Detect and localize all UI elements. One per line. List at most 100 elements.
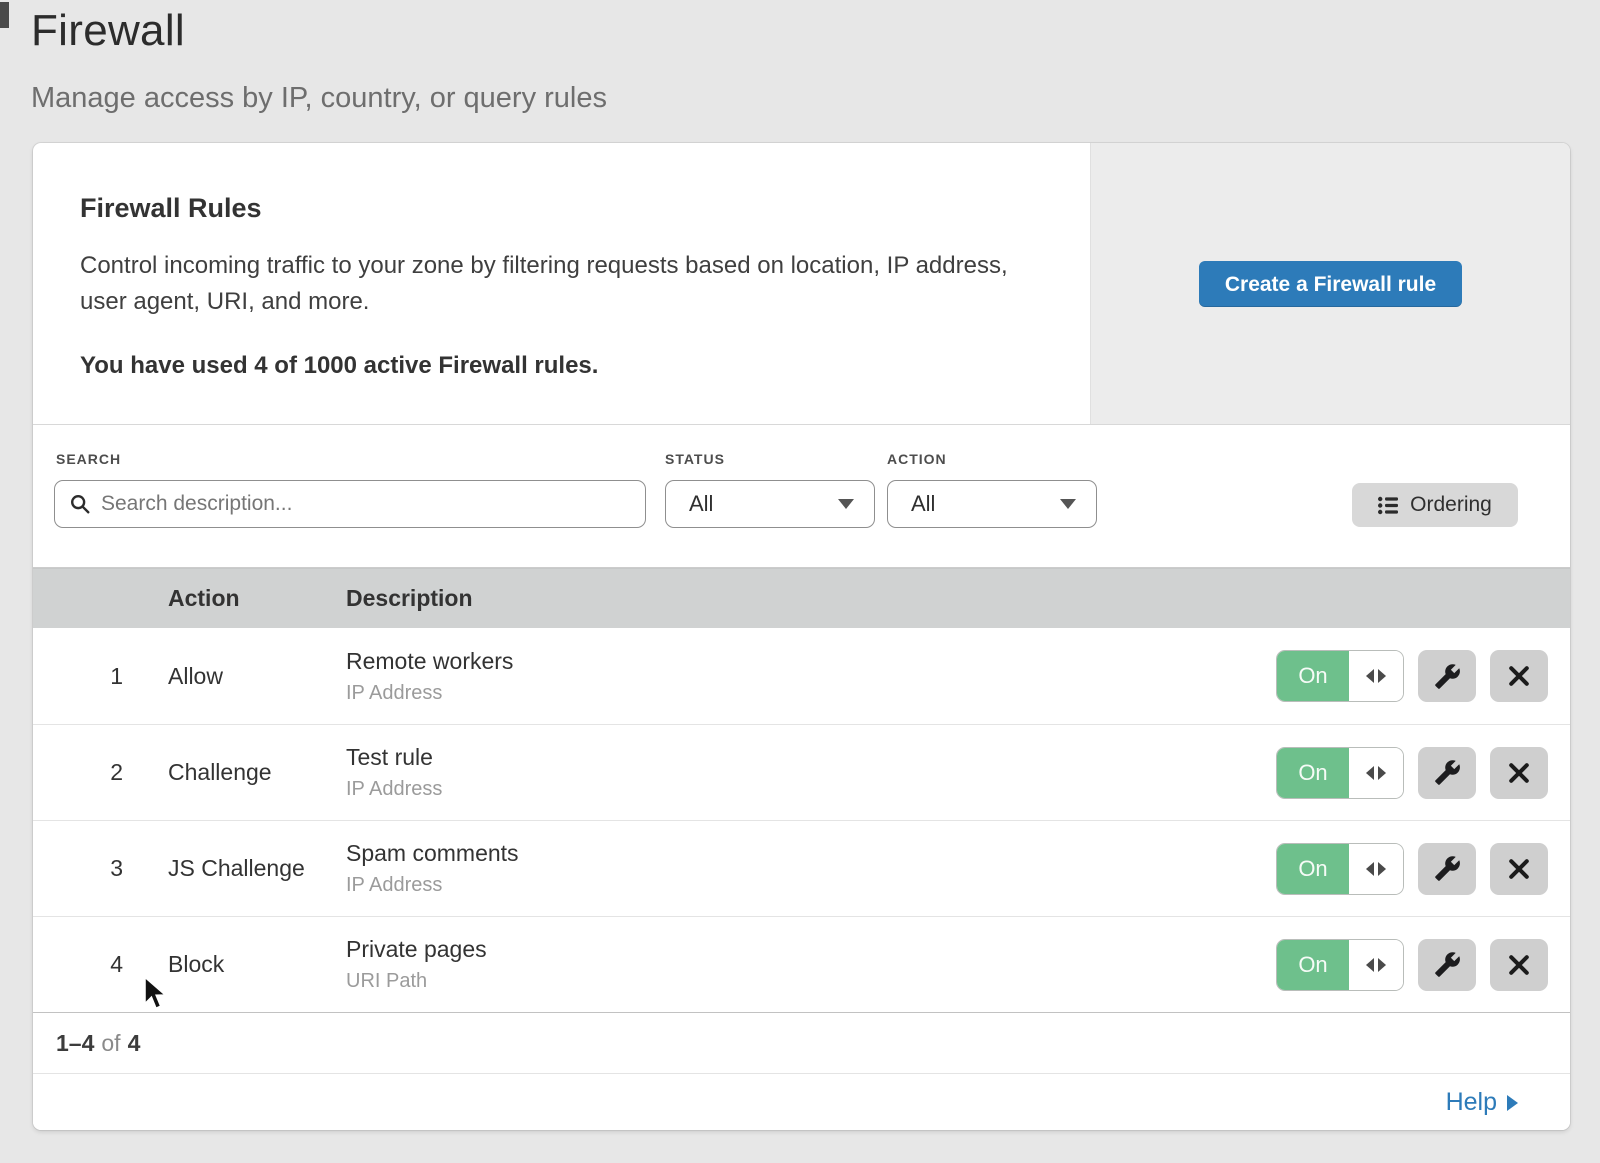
list-ordering-icon xyxy=(1378,496,1399,515)
rule-description-cell: Private pages URI Path xyxy=(346,936,1276,993)
close-icon xyxy=(1505,951,1533,979)
toggle-drag-handle[interactable] xyxy=(1349,940,1403,990)
card-top-action-panel: Create a Firewall rule xyxy=(1090,143,1570,424)
close-icon xyxy=(1505,855,1533,883)
rule-match-type: URI Path xyxy=(346,970,1276,993)
search-box[interactable] xyxy=(54,480,646,528)
chevron-down-icon xyxy=(1060,499,1076,509)
status-dropdown-value: All xyxy=(689,491,713,517)
screenshot-edge-artifact xyxy=(0,2,9,28)
arrow-right-icon xyxy=(1378,766,1386,780)
arrow-left-icon xyxy=(1366,669,1374,683)
search-input[interactable] xyxy=(101,492,631,516)
pagination-row: 1–4 of 4 xyxy=(33,1012,1570,1073)
arrow-right-icon xyxy=(1378,862,1386,876)
wrench-icon xyxy=(1434,759,1461,786)
row-controls: On xyxy=(1276,747,1570,799)
edit-rule-button[interactable] xyxy=(1418,747,1476,799)
rule-description: Spam comments xyxy=(346,840,1276,867)
table-row: 1 Allow Remote workers IP Address On xyxy=(33,628,1570,724)
rule-enabled-toggle[interactable]: On xyxy=(1276,939,1404,991)
toggle-on-label[interactable]: On xyxy=(1277,748,1349,798)
toggle-drag-handle[interactable] xyxy=(1349,651,1403,701)
edit-rule-button[interactable] xyxy=(1418,939,1476,991)
rule-enabled-toggle[interactable]: On xyxy=(1276,843,1404,895)
close-icon xyxy=(1505,759,1533,787)
wrench-icon xyxy=(1434,855,1461,882)
search-icon xyxy=(69,493,91,515)
toggle-on-label[interactable]: On xyxy=(1277,940,1349,990)
row-controls: On xyxy=(1276,650,1570,702)
toggle-drag-handle[interactable] xyxy=(1349,844,1403,894)
rule-priority: 2 xyxy=(33,759,123,786)
close-icon xyxy=(1505,662,1533,690)
arrow-right-icon xyxy=(1507,1095,1518,1111)
arrow-left-icon xyxy=(1366,958,1374,972)
help-link-label: Help xyxy=(1446,1088,1497,1117)
table-row: 4 Block Private pages URI Path On xyxy=(33,916,1570,1012)
rule-action: Allow xyxy=(168,663,346,690)
page-subtitle: Manage access by IP, country, or query r… xyxy=(31,82,1600,115)
pagination-total: 4 xyxy=(128,1030,141,1057)
action-label: ACTION xyxy=(887,451,947,467)
help-link[interactable]: Help xyxy=(1446,1088,1518,1117)
wrench-icon xyxy=(1434,951,1461,978)
rule-action: JS Challenge xyxy=(168,855,346,882)
card-top-text: Firewall Rules Control incoming traffic … xyxy=(33,143,1090,424)
pagination-range: 1–4 xyxy=(56,1030,94,1057)
status-dropdown[interactable]: All xyxy=(665,480,875,528)
delete-rule-button[interactable] xyxy=(1490,843,1548,895)
table-row: 2 Challenge Test rule IP Address On xyxy=(33,724,1570,820)
chevron-down-icon xyxy=(838,499,854,509)
rule-description: Remote workers xyxy=(346,648,1276,675)
edit-rule-button[interactable] xyxy=(1418,843,1476,895)
page-title: Firewall xyxy=(31,6,1600,56)
usage-summary: You have used 4 of 1000 active Firewall … xyxy=(80,352,1020,380)
toggle-on-label[interactable]: On xyxy=(1277,844,1349,894)
ordering-button[interactable]: Ordering xyxy=(1352,483,1518,527)
column-description: Description xyxy=(346,585,1570,612)
rule-match-type: IP Address xyxy=(346,682,1276,705)
card-description: Control incoming traffic to your zone by… xyxy=(80,248,1020,320)
delete-rule-button[interactable] xyxy=(1490,747,1548,799)
toggle-on-label[interactable]: On xyxy=(1277,651,1349,701)
action-dropdown-value: All xyxy=(911,491,935,517)
status-label: STATUS xyxy=(665,451,725,467)
create-firewall-rule-button[interactable]: Create a Firewall rule xyxy=(1199,261,1462,307)
firewall-rules-card: Firewall Rules Control incoming traffic … xyxy=(33,143,1570,1130)
arrow-right-icon xyxy=(1378,669,1386,683)
rule-match-type: IP Address xyxy=(346,874,1276,897)
rule-description-cell: Test rule IP Address xyxy=(346,744,1276,801)
rule-action: Challenge xyxy=(168,759,346,786)
rule-priority: 4 xyxy=(33,951,123,978)
rule-description-cell: Spam comments IP Address xyxy=(346,840,1276,897)
ordering-button-label: Ordering xyxy=(1410,493,1492,517)
table-header: Action Description xyxy=(33,568,1570,628)
row-controls: On xyxy=(1276,939,1570,991)
toggle-drag-handle[interactable] xyxy=(1349,748,1403,798)
delete-rule-button[interactable] xyxy=(1490,650,1548,702)
wrench-icon xyxy=(1434,663,1461,690)
delete-rule-button[interactable] xyxy=(1490,939,1548,991)
arrow-left-icon xyxy=(1366,766,1374,780)
pagination-of: of xyxy=(101,1030,120,1057)
rule-priority: 3 xyxy=(33,855,123,882)
rule-enabled-toggle[interactable]: On xyxy=(1276,650,1404,702)
arrow-left-icon xyxy=(1366,862,1374,876)
rule-description: Private pages xyxy=(346,936,1276,963)
table-row: 3 JS Challenge Spam comments IP Address … xyxy=(33,820,1570,916)
rule-priority: 1 xyxy=(33,663,123,690)
row-controls: On xyxy=(1276,843,1570,895)
rule-description: Test rule xyxy=(346,744,1276,771)
rule-enabled-toggle[interactable]: On xyxy=(1276,747,1404,799)
filters-bar: SEARCH STATUS All ACTION All xyxy=(33,425,1570,568)
arrow-right-icon xyxy=(1378,958,1386,972)
action-dropdown[interactable]: All xyxy=(887,480,1097,528)
card-heading: Firewall Rules xyxy=(80,193,1020,224)
rule-action: Block xyxy=(168,951,346,978)
rule-description-cell: Remote workers IP Address xyxy=(346,648,1276,705)
card-top-section: Firewall Rules Control incoming traffic … xyxy=(33,143,1570,425)
help-row: Help xyxy=(33,1073,1570,1130)
edit-rule-button[interactable] xyxy=(1418,650,1476,702)
page-header: Firewall Manage access by IP, country, o… xyxy=(0,0,1600,115)
